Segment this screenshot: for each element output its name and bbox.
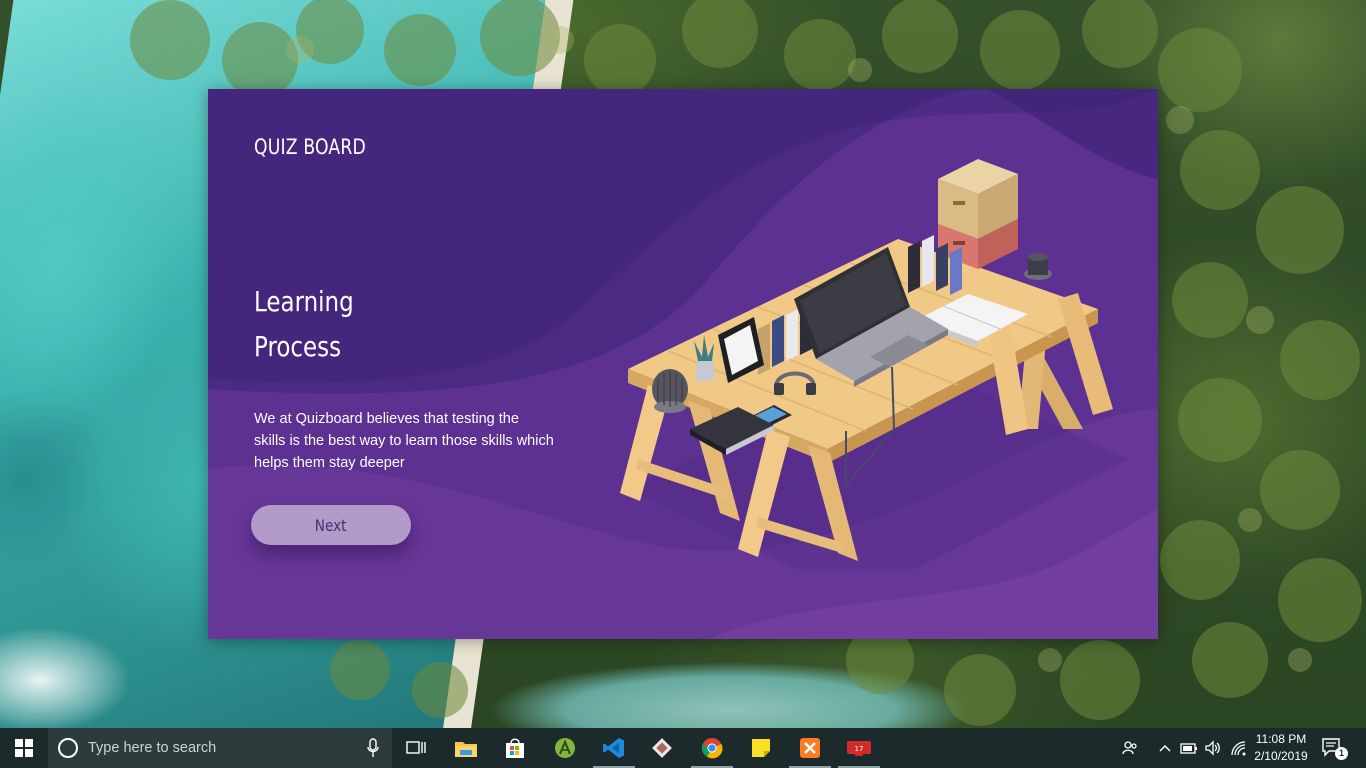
clock-time: 11:08 PM [1255,732,1307,746]
microphone-icon[interactable] [366,738,380,758]
next-button[interactable]: Next [251,505,411,545]
wifi-icon[interactable] [1228,738,1248,758]
battery-icon[interactable] [1179,738,1199,758]
clock-date: 2/10/2019 [1254,749,1308,763]
task-view-icon[interactable] [392,728,440,768]
file-explorer-icon[interactable] [442,728,490,768]
windows-logo-icon [15,739,33,757]
android-studio-icon[interactable] [541,728,589,768]
terminal-app-icon[interactable]: 17 [835,728,883,768]
sticky-notes-icon[interactable] [737,728,785,768]
cortana-icon [58,738,78,758]
chevron-up-icon[interactable] [1155,738,1175,758]
heading-line-2: Process [254,330,342,363]
heading-line-1: Learning [254,285,354,318]
desk-illustration [620,159,1128,569]
taskbar-search[interactable] [48,728,392,768]
search-input[interactable] [88,738,348,758]
taskbar-clock[interactable]: 11:08 PM 2/10/2019 [1248,731,1314,765]
next-button-label: Next [315,515,347,535]
brand-title: QUIZ BOARD [254,135,366,159]
intro-description: We at Quizboard believes that testing th… [254,411,554,471]
start-button[interactable] [0,728,48,768]
action-center-button[interactable]: 1 [1320,736,1350,762]
notification-count-badge: 1 [1335,747,1348,760]
git-icon[interactable] [638,728,686,768]
xampp-icon[interactable] [786,728,834,768]
volume-icon[interactable] [1203,738,1223,758]
microsoft-store-icon[interactable] [491,728,539,768]
quiz-board-window: QUIZ BOARD Learning Process We at Quizbo… [208,89,1158,639]
page-heading: Learning Process [254,279,354,369]
windows-taskbar: 17 11:08 PM 2/10/2019 [0,728,1366,768]
people-icon[interactable] [1120,738,1140,758]
chrome-icon[interactable] [688,728,736,768]
svg-text:17: 17 [855,745,864,753]
vscode-icon[interactable] [590,728,638,768]
